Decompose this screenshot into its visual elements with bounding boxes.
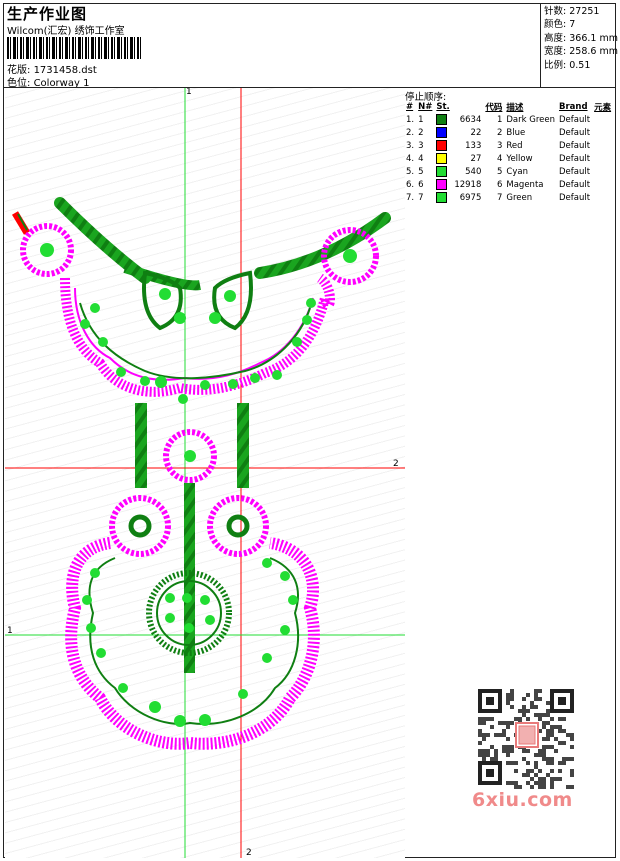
- color-row: 1. 1 6634 1 Dark Green Default: [406, 114, 591, 125]
- color-swatch: [436, 166, 448, 177]
- color-swatch: [436, 179, 448, 190]
- color-row: 7. 7 6975 7 Green Default: [406, 192, 591, 203]
- upper-scallop-outer: [60, 273, 335, 397]
- flower-left-star: [109, 495, 171, 557]
- barcode: [7, 37, 142, 59]
- color-swatch: [436, 153, 448, 164]
- color-row: 3. 3 133 3 Red Default: [406, 140, 591, 151]
- flower-right-star: [207, 495, 269, 557]
- watermark-site: 6xiu.com: [472, 789, 573, 811]
- stat-width: 宽度: 258.6 mm: [544, 46, 618, 58]
- right-drop-bar: [237, 403, 249, 488]
- right-strap: [254, 212, 391, 279]
- stat-scale: 比例: 0.51: [544, 59, 591, 71]
- stat-colors: 颜色: 7: [544, 19, 576, 31]
- color-swatch: [436, 114, 448, 125]
- color-row: 5. 5 540 5 Cyan Default: [406, 166, 591, 177]
- flower-center: [163, 429, 217, 483]
- color-table-header: # N# St. 代码 描述 Brand 元素: [406, 102, 612, 113]
- axis-label-top: 1: [186, 88, 192, 97]
- studio-name: Wilcom(汇宏) 绣饰工作室: [7, 26, 125, 37]
- color-table: # N# St. 代码 描述 Brand 元素 1. 1 6634 1 Dark Gre…: [404, 101, 613, 204]
- color-row: 6. 6 12918 6 Magenta Default: [406, 179, 591, 190]
- axis-label-left: 1: [7, 626, 13, 636]
- axis-label-bottom: 2: [246, 848, 252, 858]
- axis-label-right: 2: [393, 459, 399, 469]
- design-preview: 1 2 1 2: [5, 88, 405, 858]
- qr-finder-top-right: [550, 689, 574, 713]
- color-row: 2. 2 22 2 Blue Default: [406, 127, 591, 138]
- design-stats: 针数: 27251 颜色: 7 高度: 366.1 mm 宽度: 258.6 m…: [544, 5, 618, 72]
- flower-top-left: [20, 223, 74, 277]
- color-swatch: [436, 127, 448, 138]
- upper-scallop-green: [79, 302, 311, 380]
- stats-divider: [540, 3, 541, 88]
- qr-finder-bottom-left: [478, 761, 502, 785]
- stat-height: 高度: 366.1 mm: [544, 32, 618, 44]
- qr-finder-top-left: [478, 689, 502, 713]
- color-swatch: [436, 192, 448, 203]
- stat-stitches: 针数: 27251: [544, 6, 600, 17]
- page-title: 生产作业图: [7, 5, 88, 23]
- color-swatch: [436, 140, 448, 151]
- qr-code: [470, 683, 582, 795]
- color-row: 4. 4 27 4 Yellow Default: [406, 153, 591, 164]
- left-drop-bar: [135, 403, 147, 488]
- red-tip: [11, 211, 31, 235]
- embroidery-design: [5, 88, 405, 858]
